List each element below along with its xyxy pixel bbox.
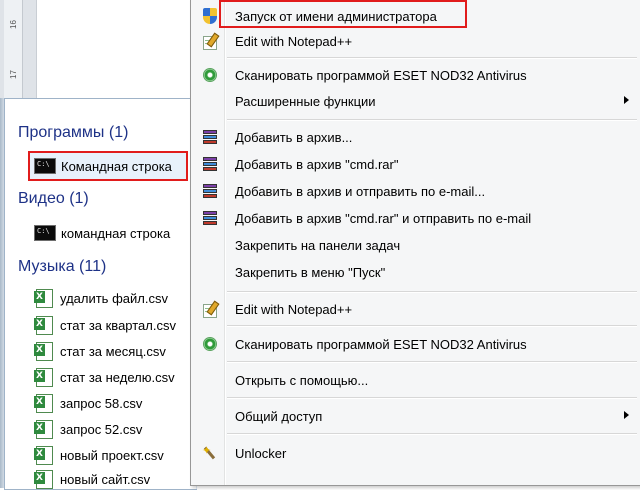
csv-excel-icon	[34, 367, 53, 387]
winrar-icon	[199, 208, 221, 228]
menu-item-eset-scan[interactable]: Сканировать программой ESET NOD32 Antivi…	[193, 63, 639, 87]
list-item[interactable]: запрос 58.csv	[34, 392, 143, 414]
menu-item-sharing[interactable]: Общий доступ	[193, 404, 639, 428]
list-item[interactable]: стат за квартал.csv	[34, 314, 176, 336]
group-title-music[interactable]: Музыка (11)	[18, 258, 106, 276]
result-label: Командная строка	[61, 158, 172, 174]
csv-excel-icon	[34, 419, 53, 439]
document-background: 16 17	[0, 0, 197, 100]
result-label: новый проект.csv	[60, 447, 164, 463]
menu-item-advanced-functions[interactable]: Расширенные функции	[193, 89, 639, 113]
menu-item-label: Сканировать программой ESET NOD32 Antivi…	[235, 336, 527, 352]
menu-item-label: Сканировать программой ESET NOD32 Antivi…	[235, 67, 527, 83]
result-label: новый сайт.csv	[60, 471, 151, 487]
empty-icon-slot	[199, 406, 221, 426]
menu-item-open-with[interactable]: Открыть с помощью...	[193, 368, 639, 392]
submenu-arrow-icon	[624, 96, 629, 104]
menu-separator	[227, 57, 637, 59]
empty-icon-slot	[199, 235, 221, 255]
list-item[interactable]: стат за неделю.csv	[34, 366, 175, 388]
menu-item-unlocker[interactable]: ✦ Unlocker	[193, 441, 639, 465]
empty-icon-slot	[199, 91, 221, 111]
csv-excel-icon	[34, 341, 53, 361]
unlocker-icon: ✦	[199, 443, 221, 463]
group-title-programs[interactable]: Программы (1)	[18, 124, 128, 142]
menu-item-label: Unlocker	[235, 445, 287, 461]
menu-item-edit-notepadpp[interactable]: Edit with Notepad++	[193, 29, 639, 53]
menu-item-label: Добавить в архив...	[235, 129, 353, 145]
menu-item-label: Edit with Notepad++	[235, 33, 353, 49]
cmd-icon	[34, 158, 56, 174]
run-as-admin-highlight	[219, 0, 467, 28]
menu-separator	[227, 397, 637, 399]
csv-excel-icon	[34, 393, 53, 413]
result-label: стат за квартал.csv	[60, 317, 176, 333]
eset-icon	[199, 334, 221, 354]
list-item[interactable]: удалить файл.csv	[34, 287, 168, 309]
empty-icon-slot	[199, 262, 221, 282]
result-label: командная строка	[61, 225, 171, 241]
menu-item-eset-scan-2[interactable]: Сканировать программой ESET NOD32 Antivi…	[193, 332, 639, 356]
menu-item-add-to-archive[interactable]: Добавить в архив...	[193, 125, 639, 149]
result-label: стат за месяц.csv	[60, 343, 166, 359]
result-label: стат за неделю.csv	[60, 369, 175, 385]
menu-separator	[227, 119, 637, 121]
list-item[interactable]: запрос 52.csv	[34, 418, 143, 440]
result-label: удалить файл.csv	[60, 290, 168, 306]
result-label: запрос 58.csv	[60, 395, 143, 411]
menu-item-label: Закрепить в меню "Пуск"	[235, 264, 386, 280]
submenu-arrow-icon	[624, 411, 629, 419]
menu-item-label: Общий доступ	[235, 408, 323, 424]
result-item-cmd-program[interactable]: Командная строка	[34, 155, 172, 177]
list-item[interactable]: новый сайт.csv	[34, 468, 151, 490]
ruler-number: 16	[8, 20, 18, 29]
menu-item-label: Расширенные функции	[235, 93, 376, 109]
menu-separator	[227, 433, 637, 435]
uac-shield-icon	[199, 6, 221, 26]
result-item-cmd-video[interactable]: командная строка	[34, 222, 170, 244]
ruler-number: 17	[8, 70, 18, 79]
menu-separator	[227, 291, 637, 293]
winrar-icon	[199, 154, 221, 174]
menu-item-label: Открыть с помощью...	[235, 372, 369, 388]
vertical-ruler: 16 17	[4, 0, 23, 100]
csv-excel-icon	[34, 315, 53, 335]
csv-excel-icon	[34, 469, 53, 489]
group-title-video[interactable]: Видео (1)	[18, 190, 89, 208]
menu-item-add-to-cmd-rar-email[interactable]: Добавить в архив "cmd.rar" и отправить п…	[193, 206, 639, 230]
menu-item-pin-to-taskbar[interactable]: Закрепить на панели задач	[193, 233, 639, 257]
csv-excel-icon	[34, 288, 53, 308]
menu-separator	[227, 325, 637, 327]
menu-item-pin-to-start[interactable]: Закрепить в меню "Пуск"	[193, 260, 639, 284]
menu-item-label: Добавить в архив "cmd.rar"	[235, 156, 399, 172]
empty-icon-slot	[199, 370, 221, 390]
list-item[interactable]: стат за месяц.csv	[34, 340, 166, 362]
menu-item-label: Закрепить на панели задач	[235, 237, 401, 253]
menu-item-edit-notepadpp-2[interactable]: Edit with Notepad++	[193, 297, 639, 321]
cmd-icon	[34, 225, 56, 241]
menu-item-add-to-cmd-rar[interactable]: Добавить в архив "cmd.rar"	[193, 152, 639, 176]
menu-item-label: Добавить в архив и отправить по e-mail..…	[235, 183, 486, 199]
menu-separator	[227, 361, 637, 363]
list-item[interactable]: новый проект.csv	[34, 444, 164, 466]
menu-item-label: Добавить в архив "cmd.rar" и отправить п…	[235, 210, 532, 226]
menu-item-label: Edit with Notepad++	[235, 301, 353, 317]
winrar-icon	[199, 181, 221, 201]
eset-icon	[199, 65, 221, 85]
document-page	[36, 0, 197, 100]
result-label: запрос 52.csv	[60, 421, 143, 437]
csv-excel-icon	[34, 445, 53, 465]
context-menu: Запуск от имени администратора Edit with…	[190, 0, 640, 486]
menu-item-add-to-archive-email[interactable]: Добавить в архив и отправить по e-mail..…	[193, 179, 639, 203]
notepad-plus-plus-icon	[199, 31, 221, 51]
notepad-plus-plus-icon	[199, 299, 221, 319]
winrar-icon	[199, 127, 221, 147]
